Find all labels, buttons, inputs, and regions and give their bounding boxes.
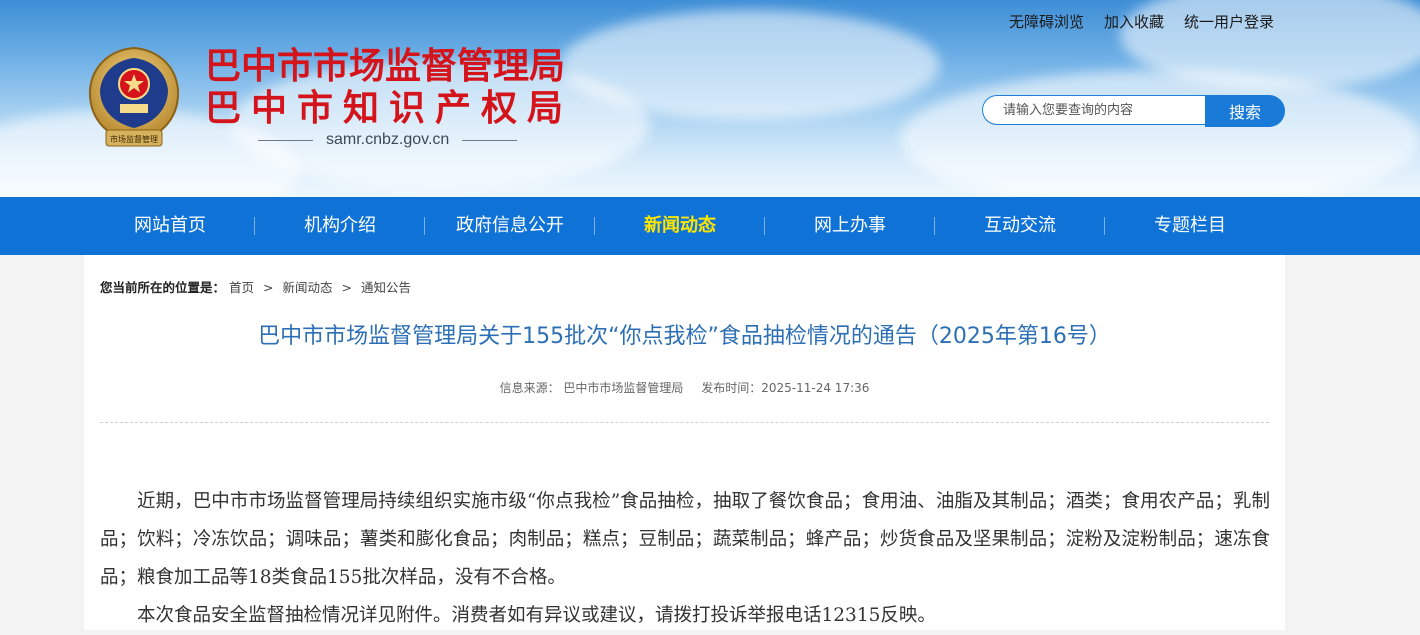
cloud-decoration [900,70,1420,197]
article-paragraph: 近期，巴中市市场监督管理局持续组织实施市级“你点我检”食品抽检，抽取了餐饮食品；… [100,491,1270,588]
info-source: 信息来源： 巴中市市场监督管理局 [499,381,684,395]
domain-text: samr.cnbz.gov.cn [326,131,450,148]
divider-line [462,139,518,141]
header-banner: 市场监督管理 巴中市市场监督管理局 巴中市知识产权局 samr.cnbz.gov… [0,0,1420,197]
search-input[interactable] [982,95,1205,125]
article-paragraph: 本次食品安全监督抽检情况详见附件。消费者如有异议或建议，请拨打投诉举报电话123… [137,605,936,626]
article-panel: 您当前所在的位置是： 首页 > 新闻动态 > 通知公告 巴中市市场监督管理局关于… [84,255,1285,630]
add-favorite-link[interactable]: 加入收藏 [1104,11,1164,32]
search-box: 搜索 [982,95,1285,127]
breadcrumb-prefix: 您当前所在的位置是： [100,280,226,295]
national-emblem-icon: 市场监督管理 [88,46,180,147]
publish-time: 发布时间：2025-11-24 17:36 [701,381,870,395]
site-title: 巴中市市场监督管理局 巴中市知识产权局 [205,46,573,130]
accessibility-link[interactable]: 无障碍浏览 [1009,11,1084,32]
title-divider [100,422,1269,423]
article-body: 近期，巴中市市场监督管理局持续组织实施市级“你点我检”食品抽检，抽取了餐饮食品；… [100,483,1270,635]
cloud-decoration [560,10,940,120]
unified-login-link[interactable]: 统一用户登录 [1184,11,1274,32]
emblem-caption: 市场监督管理 [110,134,158,144]
divider-line [258,139,313,141]
breadcrumb: 您当前所在的位置是： 首页 > 新闻动态 > 通知公告 [100,277,411,296]
nav-item-home[interactable]: 网站首页 [85,197,255,255]
org-name-primary: 巴中市市场监督管理局 [205,46,566,87]
site-domain: samr.cnbz.gov.cn [258,131,518,149]
breadcrumb-news[interactable]: 新闻动态 [282,280,332,295]
nav-item-gov-info[interactable]: 政府信息公开 [425,197,595,255]
nav-item-interaction[interactable]: 互动交流 [935,197,1105,255]
breadcrumb-home[interactable]: 首页 [229,280,254,295]
main-nav: 网站首页 机构介绍 政府信息公开 新闻动态 网上办事 互动交流 专题栏目 [0,197,1420,255]
breadcrumb-notices[interactable]: 通知公告 [361,280,411,295]
nav-item-about[interactable]: 机构介绍 [255,197,425,255]
search-button[interactable]: 搜索 [1205,95,1285,127]
article-meta: 信息来源： 巴中市市场监督管理局 发布时间：2025-11-24 17:36 [84,379,1285,396]
nav-item-topics[interactable]: 专题栏目 [1105,197,1275,255]
org-name-secondary: 巴中市知识产权局 [205,88,574,129]
nav-item-online-services[interactable]: 网上办事 [765,197,935,255]
breadcrumb-separator: > [263,280,274,295]
article-title: 巴中市市场监督管理局关于155批次“你点我检”食品抽检情况的通告（2025年第1… [258,324,1111,349]
nav-item-news[interactable]: 新闻动态 [595,197,765,255]
top-links: 无障碍浏览 加入收藏 统一用户登录 [1009,11,1274,32]
breadcrumb-separator: > [341,280,352,295]
